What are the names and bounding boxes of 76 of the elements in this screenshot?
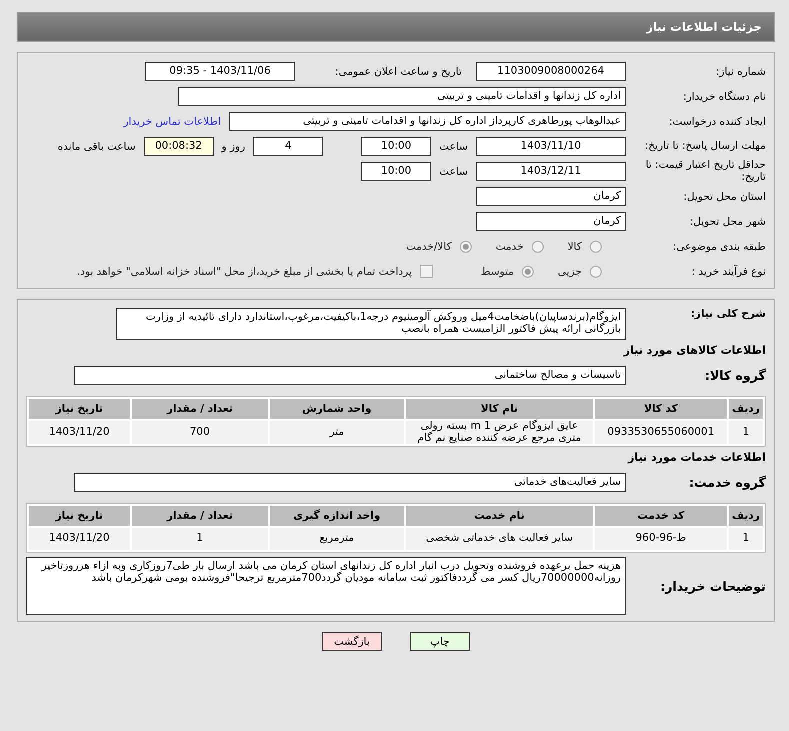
column-header: نام کالا bbox=[406, 399, 594, 420]
field-label: روز و bbox=[222, 140, 246, 152]
radio-label: خدمت bbox=[496, 240, 524, 252]
field-label: ساعت bbox=[439, 140, 468, 152]
radio-button[interactable] bbox=[590, 240, 602, 252]
buyer-notes-field: هزینه حمل برعهده فروشنده وتحویل درب انبار اداره کل زندانهای استان کرمان می باشد ارسال بار طی7روزکاری وبه ازاء هرروزتاخیر روزانه70000000ریال کسر می گرددفاکتور ثبت سامانه مودیان گردد700مترمربع ترجیحا"فروشنده بومی شهرکرمان باشد bbox=[26, 557, 626, 616]
date-field: 1403/11/10 bbox=[476, 137, 626, 156]
group-field: سایر فعالیت‌های خدماتی bbox=[74, 473, 626, 492]
column-header: ردیف bbox=[729, 506, 763, 526]
radio-label: متوسط bbox=[481, 266, 514, 278]
column-header: تاریخ نیاز bbox=[29, 506, 130, 526]
field-label: تاریخ و ساعت اعلان عمومی: bbox=[335, 66, 462, 78]
radio-label: جزیی bbox=[558, 266, 582, 278]
field-label: ساعت باقی مانده bbox=[58, 140, 136, 152]
table-cell: سایر فعالیت های خدماتی شخصی bbox=[406, 528, 594, 550]
table-cell: متر bbox=[270, 421, 404, 444]
column-header: تعداد / مقدار bbox=[132, 399, 268, 420]
print-button[interactable]: چاپ bbox=[410, 632, 470, 652]
field-label: شماره نیاز: bbox=[715, 66, 766, 78]
radio-label: کالا/خدمت bbox=[406, 240, 452, 252]
table-cell: عایق ایزوگام عرض 1 m بسته رولی متری مرجع عرضه کننده صنایع نم گام bbox=[406, 421, 594, 444]
creator-field: عبدالوهاب پورطاهری کارپرداز اداره کل زندانها و اقدامات تامینی و تربیتی bbox=[229, 112, 626, 131]
table-cell: مترمربع bbox=[270, 528, 404, 550]
table-cell: 1 bbox=[729, 421, 763, 444]
table-cell: 700 bbox=[132, 421, 268, 444]
time-field: 10:00 bbox=[361, 137, 432, 156]
table-cell: 1403/11/20 bbox=[29, 528, 130, 550]
section-title: اطلاعات خدمات مورد نیاز bbox=[626, 451, 766, 464]
remaining-time-field: 00:08:32 bbox=[144, 137, 214, 156]
buyer-contact-link[interactable]: اطلاعات تماس خریدار bbox=[124, 116, 221, 128]
field-label: طبقه بندی موضوعی: bbox=[672, 240, 766, 252]
radio-button[interactable] bbox=[590, 266, 602, 278]
field-label: گروه خدمت: bbox=[688, 475, 766, 490]
field-label: حداقل تاریخ اعتبار قیمت: تا تاریخ: bbox=[644, 160, 766, 184]
table-cell: 1403/11/20 bbox=[29, 421, 130, 444]
city-field: کرمان bbox=[476, 212, 626, 231]
field-label: مهلت ارسال پاسخ: تا تاریخ: bbox=[644, 140, 766, 152]
table-cell: 1 bbox=[132, 528, 268, 550]
need-number-field: 1103009008000264 bbox=[476, 62, 626, 81]
column-header: ردیف bbox=[729, 399, 763, 420]
column-header: نام خدمت bbox=[406, 506, 594, 526]
radio-button[interactable] bbox=[460, 240, 472, 252]
field-label: توضیحات خریدار: bbox=[659, 578, 766, 594]
column-header: کد کالا bbox=[595, 399, 728, 420]
field-label: ایجاد کننده درخواست: bbox=[668, 116, 766, 128]
description-field: ایزوگام(برندساپیان)باضخامت4میل وروکش آلومینیوم درجه1،باکیفیت،مرغوب،استاندارد دارای تائیدیه از وزارت بازرگانی ارائه پیش فاکتور الزامیست همراه بانصب bbox=[116, 308, 626, 340]
field-label: شرح کلی نیاز: bbox=[690, 308, 766, 320]
radio-label: کالا bbox=[568, 240, 582, 252]
radio-button[interactable] bbox=[532, 240, 544, 252]
back-button[interactable]: بازگشت bbox=[322, 632, 382, 652]
column-header: کد خدمت bbox=[595, 506, 728, 526]
column-header: تاریخ نیاز bbox=[29, 399, 130, 420]
field-label: ساعت bbox=[439, 166, 468, 178]
checkbox-label: پرداخت تمام یا بخشی از مبلغ خرید،از محل "اسناد خزانه اسلامی" خواهد بود. bbox=[77, 266, 412, 278]
column-header: واحد اندازه گیری bbox=[270, 506, 404, 526]
field-label: نام دستگاه خریدار: bbox=[682, 90, 766, 102]
province-field: کرمان bbox=[476, 187, 626, 206]
field-label: نوع فرآیند خرید : bbox=[690, 266, 766, 278]
field-label: استان محل تحویل: bbox=[682, 190, 766, 202]
table-cell: ط-96-960 bbox=[595, 528, 728, 550]
field-label: گروه کالا: bbox=[704, 368, 766, 384]
date-field: 1403/12/11 bbox=[476, 162, 626, 181]
column-header: واحد شمارش bbox=[270, 399, 404, 420]
section-title: اطلاعات کالاهای مورد نیاز bbox=[622, 344, 766, 358]
header-title: جزئیات اطلاعات نیاز bbox=[646, 20, 762, 34]
buyer-field: اداره کل زندانها و اقدامات تامینی و تربیتی bbox=[178, 87, 626, 106]
announce-date-field: 1403/11/06 - 09:35 bbox=[145, 62, 296, 81]
checkbox[interactable] bbox=[420, 265, 434, 278]
days-field: 4 bbox=[253, 137, 324, 156]
radio-button[interactable] bbox=[522, 266, 534, 278]
group-field: تاسیسات و مصالح ساختمانی bbox=[74, 366, 626, 386]
table-cell: 1 bbox=[729, 528, 763, 550]
field-label: شهر محل تحویل: bbox=[689, 216, 766, 228]
column-header: تعداد / مقدار bbox=[132, 506, 268, 526]
table-cell: 0933530655060001 bbox=[595, 421, 728, 444]
time-field: 10:00 bbox=[361, 162, 432, 181]
